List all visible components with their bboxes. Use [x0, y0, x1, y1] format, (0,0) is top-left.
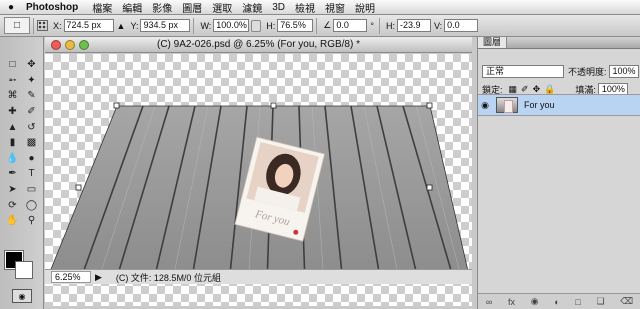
reference-point-icon[interactable] [37, 20, 48, 31]
quick-selection-tool-icon[interactable]: ✦ [22, 73, 41, 89]
menu-view[interactable]: 檢視 [290, 0, 320, 15]
menu-help[interactable]: 說明 [350, 0, 380, 15]
eraser-tool-icon[interactable]: ▮ [3, 135, 22, 151]
type-tool-icon[interactable]: T [22, 166, 41, 182]
divider [378, 17, 380, 34]
link-layers-icon[interactable]: ∞ [486, 297, 492, 307]
menu-bar: ● Photoshop 檔案 編輯 影像 圖層 選取 濾鏡 3D 檢視 視窗 說… [0, 0, 640, 15]
x-label: X: [53, 20, 62, 31]
menu-filter[interactable]: 濾鏡 [237, 0, 267, 15]
quick-mask-icon[interactable]: ◉ [12, 289, 32, 303]
move-tool-icon[interactable]: ✥ [22, 57, 41, 73]
width-label: W: [200, 20, 212, 31]
blend-row: 正常 不透明度: 100% [482, 65, 639, 78]
layers-panel-footer: ∞ fx ◉ ◐ □ ❏ ⌫ [478, 293, 640, 309]
gradient-tool-icon[interactable]: ▩ [22, 135, 41, 151]
layers-panel: 圖層 正常 不透明度: 100% 鎖定: ▦ ✐ ✥ 🔒 填滿: 100% ◉ … [477, 37, 640, 309]
document-title: (C) 9A2-026.psd @ 6.25% (For you, RGB/8)… [156, 39, 360, 50]
blur-tool-icon[interactable]: 💧 [3, 151, 22, 167]
eyedropper-tool-icon[interactable]: ✎ [22, 88, 41, 104]
3d-orbit-tool-icon[interactable]: ◯ [22, 197, 41, 213]
width-field[interactable]: 100.0% [213, 19, 250, 32]
height-field[interactable]: 76.5% [277, 19, 314, 32]
app-menu[interactable]: Photoshop [22, 2, 87, 13]
divider [316, 17, 318, 34]
hand-tool-icon[interactable]: ✋ [3, 213, 22, 229]
angle-icon: ∠ [323, 20, 332, 30]
lasso-tool-icon[interactable]: ➵ [3, 73, 22, 89]
add-mask-icon[interactable]: ◉ [531, 296, 539, 307]
delta-icon: ▲ [116, 20, 126, 31]
menu-select[interactable]: 選取 [207, 0, 237, 15]
document-info: (C) 文件: 128.5M/0 位元組 [115, 272, 221, 283]
healing-brush-tool-icon[interactable]: ✚ [3, 104, 22, 120]
shape-tool-icon[interactable]: ▭ [22, 182, 41, 198]
layer-style-icon[interactable]: fx [508, 297, 515, 307]
new-layer-icon[interactable]: ❏ [597, 296, 605, 307]
menu-image[interactable]: 影像 [147, 0, 177, 15]
layer-name: For you [524, 100, 555, 110]
artwork: For you [50, 102, 468, 269]
delete-layer-icon[interactable]: ⌫ [620, 296, 633, 307]
menu-file[interactable]: 檔案 [87, 0, 117, 15]
pen-tool-icon[interactable]: ✒ [3, 166, 22, 182]
document-window: (C) 9A2-026.psd @ 6.25% (For you, RGB/8)… [45, 37, 472, 309]
path-selection-tool-icon[interactable]: ➤ [3, 182, 22, 198]
status-bar: 6.25% ▶ (C) 文件: 128.5M/0 位元組 [45, 269, 472, 284]
status-menu-icon[interactable]: ▶ [95, 272, 102, 283]
hskew-field[interactable]: -23.9 [396, 19, 431, 32]
marquee-tool-icon[interactable]: □ [3, 57, 22, 73]
dodge-tool-icon[interactable]: ● [22, 151, 41, 167]
options-bar: □ X: 724.5 px ▲ Y: 934.5 px W: 100.0% H:… [0, 15, 640, 37]
opacity-field[interactable]: 100% [608, 65, 639, 78]
menu-layer[interactable]: 圖層 [177, 0, 207, 15]
y-field[interactable]: 934.5 px [140, 19, 191, 32]
zoom-level-field[interactable]: 6.25% [51, 271, 91, 283]
layers-panel-header: 圖層 [478, 37, 640, 49]
document-titlebar: (C) 9A2-026.psd @ 6.25% (For you, RGB/8)… [45, 37, 472, 53]
y-label: Y: [130, 20, 139, 31]
blend-mode-select[interactable]: 正常 [482, 65, 564, 78]
x-field[interactable]: 724.5 px [63, 19, 114, 32]
degree-icon: ° [370, 20, 374, 31]
brush-tool-icon[interactable]: ✐ [22, 104, 41, 120]
background-color-swatch[interactable] [15, 261, 33, 279]
menu-edit[interactable]: 編輯 [117, 0, 147, 15]
menu-window[interactable]: 視窗 [320, 0, 350, 15]
apple-menu-icon[interactable]: ● [0, 2, 22, 13]
divider [193, 17, 195, 34]
adjustment-layer-icon[interactable]: ◐ [554, 297, 559, 307]
layer-thumbnail [496, 97, 518, 113]
transform-icon: □ [13, 20, 21, 31]
clone-stamp-tool-icon[interactable]: ▲ [3, 119, 22, 135]
height-label: H: [266, 20, 276, 31]
divider [33, 17, 34, 34]
tools-panel: □ ✥ ➵ ✦ ⌘ ✎ ✚ ✐ ▲ ↺ ▮ ▩ 💧 ● ✒ T ➤ ▭ ⟳ ◯ … [0, 37, 44, 309]
hskew-label: H: [385, 20, 395, 31]
new-group-icon[interactable]: □ [575, 297, 580, 307]
zoom-tool-icon[interactable]: ⚲ [22, 213, 41, 229]
history-brush-tool-icon[interactable]: ↺ [22, 119, 41, 135]
crop-tool-icon[interactable]: ⌘ [3, 88, 22, 104]
layer-row[interactable]: ◉ For you [478, 94, 640, 116]
opacity-label: 不透明度: [568, 67, 607, 77]
visibility-eye-icon[interactable]: ◉ [478, 100, 492, 111]
link-icon[interactable] [251, 19, 262, 32]
menu-3d[interactable]: 3D [267, 2, 290, 13]
tool-preset-picker[interactable]: □ [4, 17, 30, 34]
tab-layers[interactable]: 圖層 [478, 37, 508, 48]
angle-field[interactable]: 0.0 [333, 19, 368, 32]
vskew-field[interactable]: 0.0 [444, 19, 479, 32]
vskew-label: V: [433, 20, 443, 31]
3d-rotate-tool-icon[interactable]: ⟳ [3, 197, 22, 213]
